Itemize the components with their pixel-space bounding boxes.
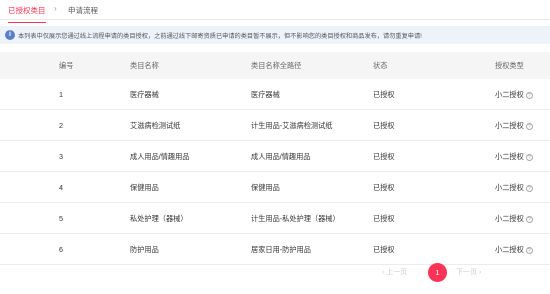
notice-text: 本列表中仅展示您通过线上流程申请的类目授权，之前通过线下邮寄资质已申请的类目暂不… [18, 32, 422, 40]
tab-separator-icon: › [54, 4, 57, 13]
row-auth-type: 小二授权? [495, 183, 533, 193]
auth-type-label: 小二授权 [495, 183, 524, 192]
help-icon[interactable]: ? [525, 247, 533, 254]
row-index: 6 [59, 245, 63, 254]
auth-type-label: 小二授权 [495, 245, 524, 254]
row-status: 已授权 [373, 214, 395, 223]
row-auth-type: 小二授权? [495, 245, 533, 255]
row-category-name: 艾滋病检测试纸 [130, 121, 181, 130]
row-category-name: 防护用品 [130, 245, 159, 254]
row-status: 已授权 [373, 90, 395, 99]
header-auth-type: 授权类型 [495, 61, 524, 70]
row-auth-type: 小二授权? [495, 90, 533, 100]
row-status: 已授权 [373, 152, 395, 161]
help-icon[interactable]: ? [525, 92, 533, 99]
row-index: 2 [59, 121, 63, 130]
page-number-button[interactable]: 1 [428, 263, 447, 282]
row-auth-type: 小二授权? [495, 214, 533, 224]
help-icon[interactable]: ? [525, 216, 533, 223]
auth-type-label: 小二授权 [495, 90, 524, 99]
row-status: 已授权 [373, 121, 395, 130]
row-auth-type: 小二授权? [495, 152, 533, 162]
row-index: 4 [59, 183, 63, 192]
table-row: 4 保健用品 保健用品 已授权 小二授权? [0, 172, 550, 203]
prev-page-button[interactable]: ‹ 上一页 [382, 266, 407, 280]
auth-type-label: 小二授权 [495, 121, 524, 130]
header-status: 状态 [373, 61, 388, 70]
row-category-path: 计生用品-私处护理（器械） [251, 214, 340, 223]
table-row: 1 医疗器械 医疗器械 已授权 小二授权? [0, 79, 550, 110]
row-status: 已授权 [373, 245, 395, 254]
table-row: 2 艾滋病检测试纸 计生用品-艾滋病检测试纸 已授权 小二授权? [0, 110, 550, 141]
row-auth-type: 小二授权? [495, 121, 533, 131]
row-category-name: 保健用品 [130, 183, 159, 192]
row-category-path: 居家日用-防护用品 [251, 245, 311, 254]
row-index: 1 [59, 90, 63, 99]
table-header: 编号 类目名称 类目名称全路径 状态 授权类型 [0, 52, 550, 79]
tab-bar: 已授权类目 › 申请流程 [0, 0, 550, 23]
notice-bar: i 本列表中仅展示您通过线上流程申请的类目授权，之前通过线下邮寄资质已申请的类目… [0, 26, 550, 44]
row-category-path: 成人用品/情趣用品 [251, 152, 311, 161]
row-index: 5 [59, 214, 63, 223]
row-status: 已授权 [373, 183, 395, 192]
header-index: 编号 [59, 61, 74, 70]
row-category-name: 成人用品/情趣用品 [130, 152, 190, 161]
tab-application-process[interactable]: 申请流程 [68, 5, 98, 16]
auth-type-label: 小二授权 [495, 214, 524, 223]
info-icon: i [5, 29, 15, 40]
row-category-name: 私处护理（器械） [130, 214, 188, 223]
table-row: 3 成人用品/情趣用品 成人用品/情趣用品 已授权 小二授权? [0, 141, 550, 172]
auth-type-label: 小二授权 [495, 152, 524, 161]
table-row: 5 私处护理（器械） 计生用品-私处护理（器械） 已授权 小二授权? [0, 203, 550, 234]
help-icon[interactable]: ? [525, 154, 533, 161]
row-category-path: 保健用品 [251, 183, 280, 192]
row-index: 3 [59, 152, 63, 161]
row-category-path: 计生用品-艾滋病检测试纸 [251, 121, 333, 130]
header-category-path: 类目名称全路径 [251, 61, 302, 70]
row-category-path: 医疗器械 [251, 90, 280, 99]
help-icon[interactable]: ? [525, 123, 533, 130]
header-category-name: 类目名称 [130, 61, 159, 70]
row-category-name: 医疗器械 [130, 90, 159, 99]
tab-authorized-categories[interactable]: 已授权类目 [8, 5, 46, 23]
help-icon[interactable]: ? [525, 185, 533, 192]
table-row: 6 防护用品 居家日用-防护用品 已授权 小二授权? [0, 234, 550, 265]
pagination: ‹ 上一页 1 下一页 › [0, 263, 550, 283]
next-page-button[interactable]: 下一页 › [456, 266, 481, 280]
